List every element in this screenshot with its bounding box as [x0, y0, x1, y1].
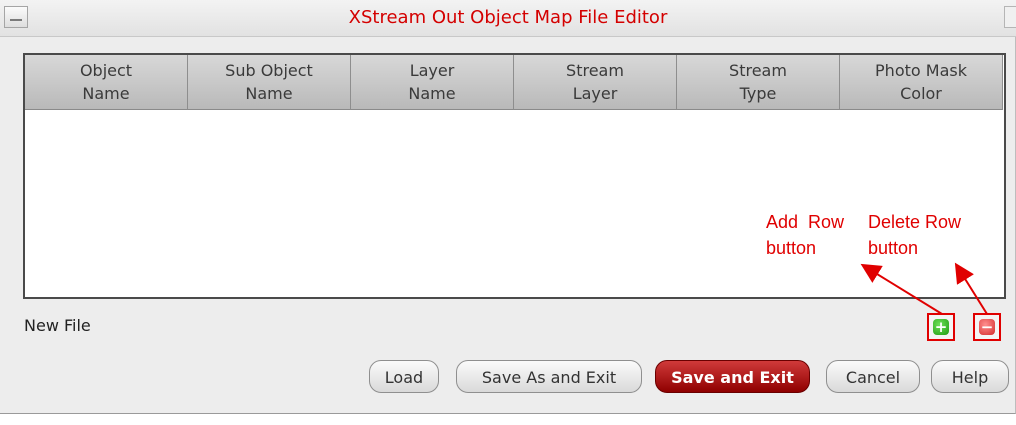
save-as-and-exit-button[interactable]: Save As and Exit [456, 360, 642, 393]
column-header-line2: Layer [572, 84, 618, 103]
column-header-line1: Object [79, 61, 133, 80]
column-header-line1: Layer [409, 61, 455, 80]
save-and-exit-button[interactable]: Save and Exit [655, 360, 810, 393]
column-header-line1: Sub Object [225, 61, 313, 80]
plus-icon: + [933, 318, 949, 336]
file-status-label: New File [24, 316, 91, 335]
column-header-line2: Name [408, 84, 456, 103]
column-header-line2: Name [82, 84, 130, 103]
table-header: Object Name Sub Object Name Layer Name S… [25, 55, 1004, 110]
object-map-table[interactable]: Object Name Sub Object Name Layer Name S… [23, 53, 1006, 299]
annotation-line: Delete Row [868, 212, 962, 232]
column-header-stream-layer[interactable]: Stream Layer [514, 55, 677, 110]
column-header-sub-object-name[interactable]: Sub Object Name [188, 55, 351, 110]
table-body[interactable] [25, 110, 1004, 297]
annotation-line: Add Row [766, 212, 845, 232]
cancel-button[interactable]: Cancel [826, 360, 920, 393]
window-close-button[interactable] [1004, 6, 1016, 28]
help-button[interactable]: Help [931, 360, 1009, 393]
delete-row-annotation: Delete Row button [868, 209, 988, 261]
column-header-object-name[interactable]: Object Name [25, 55, 188, 110]
add-row-annotation: Add Row button [766, 209, 866, 261]
column-header-line2: Type [739, 84, 777, 103]
add-row-button[interactable]: + [927, 313, 955, 341]
annotation-line: button [766, 238, 817, 258]
column-header-line1: Stream [729, 61, 787, 80]
editor-window: XStream Out Object Map File Editor Objec… [0, 0, 1016, 414]
delete-row-button[interactable]: − [973, 313, 1001, 341]
column-header-line1: Stream [566, 61, 624, 80]
column-header-layer-name[interactable]: Layer Name [351, 55, 514, 110]
load-button[interactable]: Load [369, 360, 439, 393]
column-header-photo-mask-color[interactable]: Photo Mask Color [840, 55, 1003, 110]
column-header-stream-type[interactable]: Stream Type [677, 55, 840, 110]
column-header-line2: Color [900, 84, 942, 103]
column-header-line2: Name [245, 84, 293, 103]
annotation-line: button [868, 238, 919, 258]
minus-icon: − [979, 318, 995, 336]
window-title: XStream Out Object Map File Editor [348, 7, 668, 28]
title-bar: XStream Out Object Map File Editor [0, 0, 1016, 37]
column-header-line1: Photo Mask [875, 61, 967, 80]
